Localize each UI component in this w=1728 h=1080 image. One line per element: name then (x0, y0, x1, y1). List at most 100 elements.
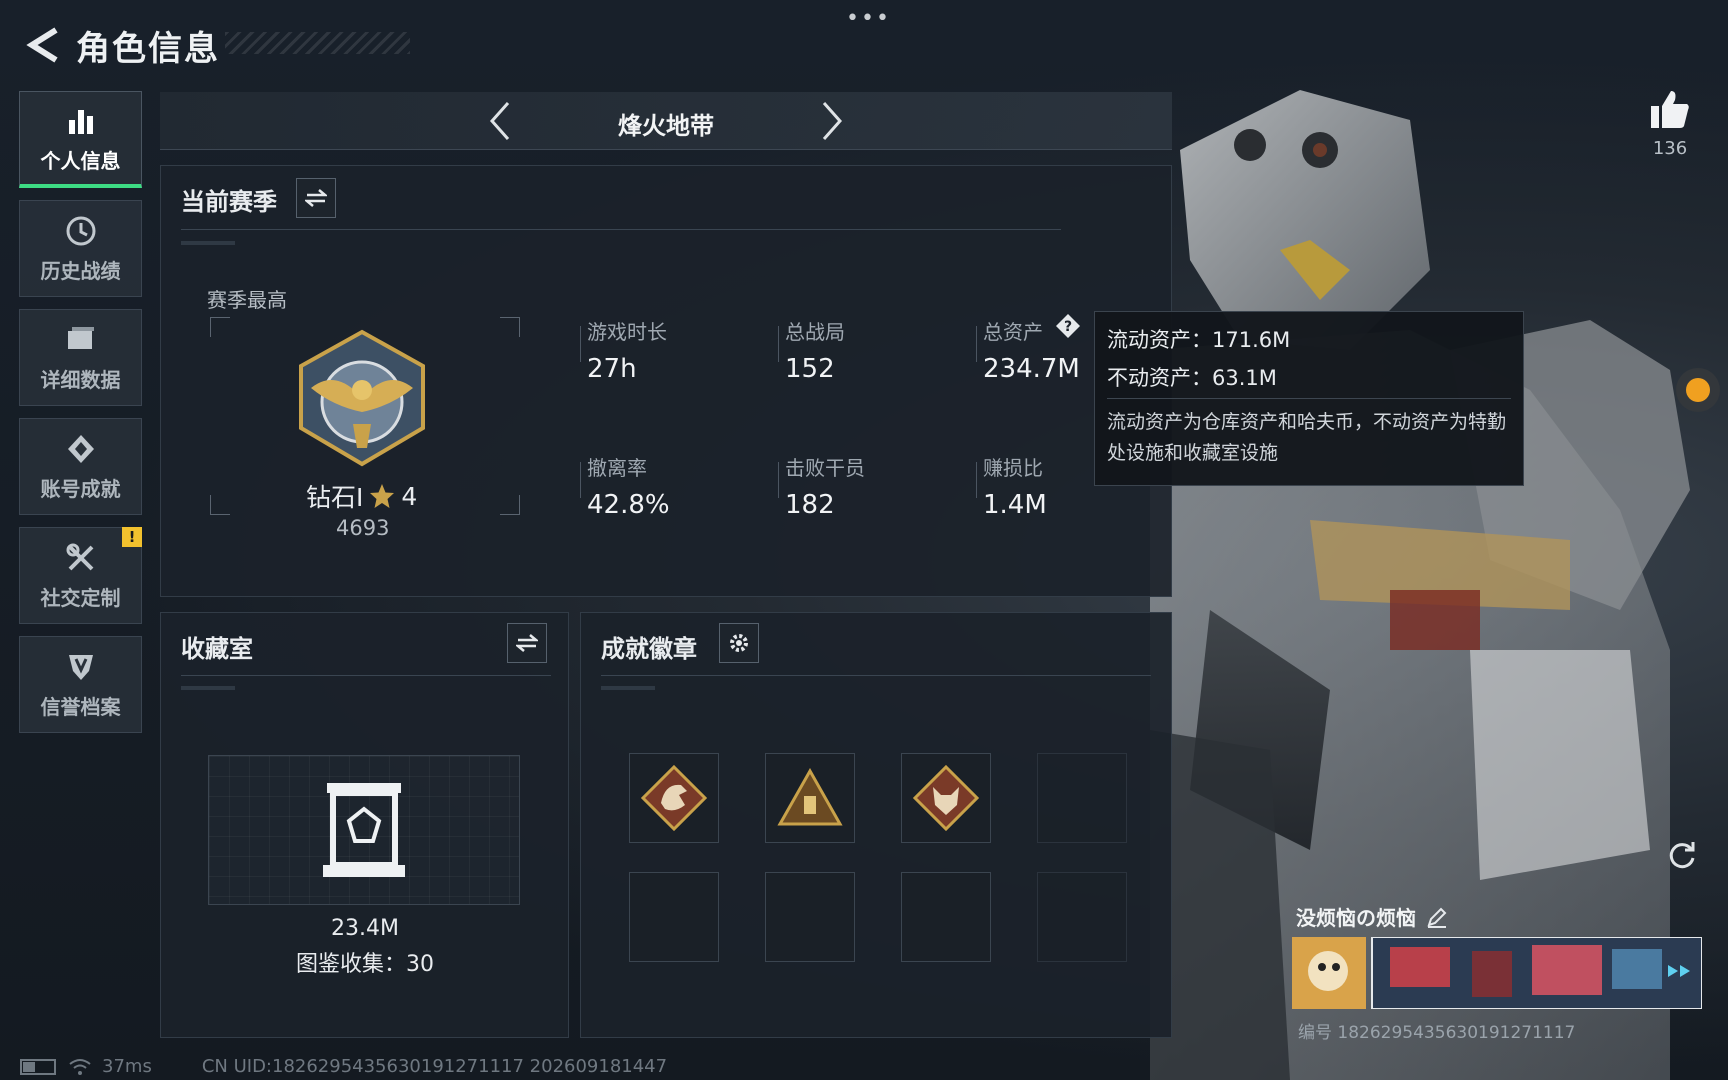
mode-selector: 烽火地带 (160, 92, 1172, 150)
player-card-name: 没烦恼の烦恼 (1296, 902, 1448, 931)
character-model (1150, 90, 1720, 1080)
mode-next-button[interactable] (812, 100, 852, 142)
stat-label: 赚损比 (983, 456, 1043, 480)
warning-badge: ! (122, 527, 142, 547)
collection-title: 收藏室 (181, 635, 253, 663)
fine-print (181, 241, 235, 245)
player-name: 没烦恼の烦恼 (1296, 906, 1416, 930)
fine-print (181, 686, 235, 690)
divider (181, 229, 1061, 230)
rank-label: 钻石I (306, 483, 364, 512)
page-title: 角色信息 (76, 28, 220, 69)
rank-name: 钻石I 4 (306, 478, 417, 514)
star-icon (370, 484, 395, 508)
status-bar: 37ms CN UID:1826295435630191271117 20260… (20, 1056, 667, 1077)
stat-value: 42.8% (587, 490, 670, 520)
nav-label: 详细数据 (40, 368, 121, 392)
pyramid-badge-icon (777, 768, 843, 826)
collection-value: 23.4M (331, 916, 399, 941)
rank-points: 4693 (336, 516, 390, 540)
dragon-badge-icon (641, 765, 707, 831)
refresh-icon (1669, 842, 1695, 869)
svg-text:?: ? (1064, 319, 1072, 335)
stat-label: 游戏时长 (587, 320, 667, 344)
like-button[interactable]: 136 (1640, 88, 1700, 159)
help-icon[interactable]: ? (1055, 313, 1081, 339)
more-dots-icon[interactable]: ••• (846, 6, 891, 31)
nav-label: 历史战绩 (40, 259, 121, 283)
nav-item-social[interactable]: ! 社交定制 (19, 527, 142, 624)
back-button[interactable] (20, 22, 66, 68)
nav-item-achievements[interactable]: 账号成就 (19, 418, 142, 515)
side-nav: 个人信息 历史战绩 详细数据 账号成就 ! 社交定制 信誉档案 (19, 91, 144, 745)
medal-icon (63, 431, 99, 467)
display-case-icon (323, 783, 405, 877)
title-decoration (225, 32, 410, 54)
divider (601, 675, 1151, 676)
collection-switch-button[interactable] (507, 623, 547, 663)
season-switch-button[interactable] (296, 178, 336, 218)
nav-item-personal-info[interactable]: 个人信息 (19, 91, 142, 188)
nav-item-details[interactable]: 详细数据 (19, 309, 142, 406)
stat-value: 152 (785, 354, 835, 384)
player-card-banner[interactable] (1292, 937, 1702, 1009)
ping-value: 37ms (102, 1056, 152, 1077)
like-count: 136 (1652, 138, 1688, 159)
stat-value: 182 (785, 490, 835, 520)
uid-text: CN UID:1826295435630191271117 2026091814… (201, 1056, 668, 1077)
bar-chart-icon (63, 103, 99, 139)
stat-value: 27h (587, 354, 637, 384)
fine-print (601, 686, 655, 690)
folder-icon (63, 322, 99, 358)
badge-slot-pyramid[interactable] (765, 753, 855, 843)
badge-slot-dragon[interactable] (629, 753, 719, 843)
season-title: 当前赛季 (181, 188, 277, 216)
clock-history-icon (63, 213, 99, 249)
asset-description: 流动资产为仓库资产和哈夫币，不动资产为特勤处设施和收藏室设施 (1107, 411, 1507, 464)
badge-slot-empty[interactable] (1037, 753, 1127, 843)
rotate-model-button[interactable] (1660, 833, 1704, 877)
shield-icon (63, 649, 99, 685)
season-best-label: 赛季最高 (207, 288, 287, 312)
badge-slot-empty[interactable] (765, 872, 855, 962)
rank-stars: 4 (401, 481, 418, 511)
back-arrow-icon (26, 27, 58, 63)
player-card-id: 编号 1826295435630191271117 (1298, 1023, 1576, 1043)
header: 角色信息 (20, 20, 220, 70)
switch-icon (305, 189, 327, 207)
switch-icon (516, 634, 538, 652)
wifi-icon (69, 1058, 91, 1075)
nav-item-reputation[interactable]: 信誉档案 (19, 636, 142, 733)
fixed-assets: 不动资产：63.1M (1107, 366, 1277, 390)
divider (181, 675, 551, 676)
stat-value: 234.7M (983, 354, 1080, 384)
tools-icon (63, 540, 99, 576)
chevron-right-icon (822, 102, 843, 140)
stat-label: 总资产 (983, 320, 1043, 344)
achievements-settings-button[interactable] (719, 623, 759, 663)
thumbs-up-icon (1651, 91, 1689, 128)
badge-slot-empty[interactable] (629, 872, 719, 962)
stat-value: 1.4M (983, 490, 1047, 520)
badge-slot-empty[interactable] (1037, 872, 1127, 962)
stat-label: 击败干员 (785, 456, 865, 480)
season-panel: 当前赛季 赛季最高 钻石I 4 4693 游戏时长 27h 总战局 152 总资… (160, 165, 1172, 597)
divider (1107, 398, 1511, 399)
badge-slot-wolf[interactable] (901, 753, 991, 843)
nav-label: 社交定制 (40, 586, 121, 610)
stat-label: 总战局 (785, 320, 845, 344)
nav-label: 账号成就 (40, 477, 121, 501)
collection-count: 图鉴收集：30 (296, 952, 434, 977)
collection-display[interactable] (208, 755, 520, 905)
mode-label: 烽火地带 (618, 112, 714, 140)
badge-slot-empty[interactable] (901, 872, 991, 962)
battery-icon (20, 1058, 56, 1075)
achievements-title: 成就徽章 (601, 635, 697, 663)
diamond-rank-emblem-icon (299, 329, 425, 467)
nav-label: 信誉档案 (40, 695, 121, 719)
liquid-assets: 流动资产：171.6M (1107, 328, 1291, 352)
wolf-badge-icon (913, 765, 979, 831)
stat-label: 撤离率 (587, 456, 647, 480)
edit-icon[interactable] (1426, 906, 1448, 928)
nav-item-history[interactable]: 历史战绩 (19, 200, 142, 297)
